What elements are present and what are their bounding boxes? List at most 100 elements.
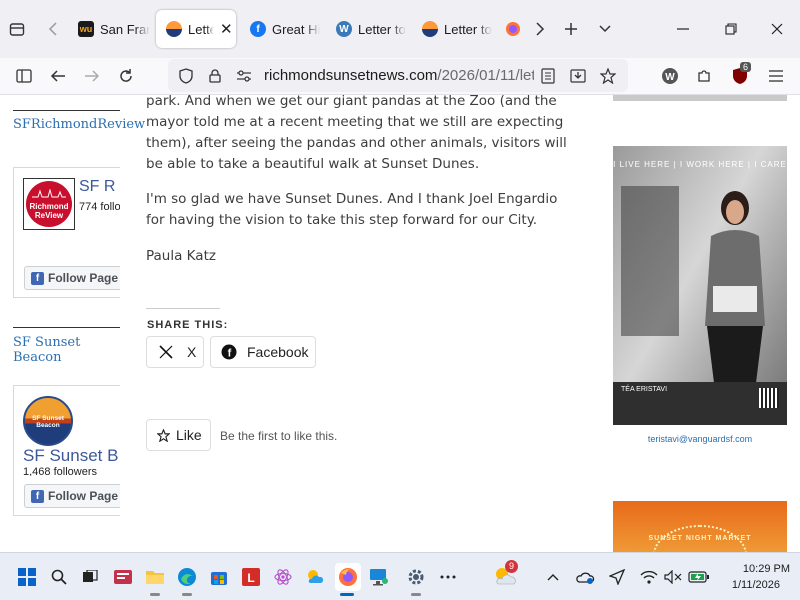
browser-navigation-bar: richmondsunsetnews.com/2026/01/11/lette …	[0, 58, 800, 95]
widget-divider	[13, 110, 120, 111]
wifi-icon[interactable]	[637, 565, 661, 589]
realtor-photo	[705, 191, 765, 391]
fb-follower-count: 1,468 followers	[23, 466, 97, 476]
article-signature: Paula Katz	[146, 248, 216, 264]
close-window-icon[interactable]	[766, 18, 788, 40]
address-bar[interactable]: richmondsunsetnews.com/2026/01/11/lette	[168, 59, 628, 92]
account-icon[interactable]: W	[660, 66, 680, 86]
tab-letter-to-beacon[interactable]: Letter to	[412, 10, 492, 48]
permissions-icon[interactable]	[234, 66, 254, 86]
richmond-review-logo[interactable]: Richmond ReView	[23, 178, 75, 230]
windows-taskbar: L 9 10:29 PM 1/11/2026	[0, 552, 800, 600]
reader-view-icon[interactable]	[538, 66, 558, 86]
tab-groups-icon[interactable]	[6, 18, 28, 40]
reload-icon[interactable]	[116, 66, 136, 86]
show-hidden-icons-chevron-icon[interactable]	[541, 565, 565, 589]
app-menu-icon[interactable]	[766, 66, 786, 86]
facebook-icon: f	[31, 271, 44, 285]
url-host: richmondsunsetnews.com	[264, 67, 438, 84]
lock-icon[interactable]	[206, 66, 224, 86]
url-text[interactable]: richmondsunsetnews.com/2026/01/11/lette	[264, 67, 534, 84]
ad-banner-top[interactable]	[613, 95, 787, 101]
qr-code	[759, 388, 779, 408]
widget-title-sfsunsetbeacon[interactable]: SF Sunset Beacon	[13, 335, 93, 365]
app-running-indicator	[150, 593, 160, 596]
settings-gear-icon[interactable]	[404, 565, 428, 589]
star-icon	[157, 428, 170, 442]
sunset-beacon-icon	[422, 21, 438, 37]
firefox-tab-icon[interactable]	[504, 20, 522, 38]
follow-page-button[interactable]: f Follow Page	[24, 266, 120, 290]
svg-text:L: L	[247, 571, 254, 585]
wu-icon: wu	[78, 21, 94, 37]
sunset-beacon-logo[interactable]: SF Sunset Beacon	[23, 396, 73, 446]
realtor-email-link[interactable]: teristavi@vanguardsf.com	[613, 434, 787, 444]
windows-start-icon[interactable]	[15, 565, 39, 589]
fb-page-name[interactable]: SF Sunset B	[23, 446, 118, 466]
sidebar-toggle-icon[interactable]	[14, 66, 34, 86]
battery-charging-icon[interactable]	[687, 565, 711, 589]
edge-browser-icon[interactable]	[175, 565, 199, 589]
like-status-text: Be the first to like this.	[220, 429, 338, 443]
tab-scroll-left-icon[interactable]	[44, 18, 62, 40]
task-view-icon[interactable]	[78, 565, 102, 589]
night-market-ad[interactable]: SUNSET NIGHT MARKET	[613, 501, 787, 552]
tab-letter-to-wp[interactable]: W Letter to	[326, 10, 406, 48]
tab-scroll-right-icon[interactable]	[532, 18, 548, 40]
tab-letter-active[interactable]: Letter ✕	[156, 10, 236, 48]
fb-page-name[interactable]: SF R	[79, 178, 115, 196]
volume-muted-icon[interactable]	[661, 565, 685, 589]
facebook-icon: f	[250, 21, 266, 37]
share-divider	[146, 308, 220, 309]
share-x-button[interactable]: X	[146, 336, 204, 368]
ad-headline: I LIVE HERE | I WORK HERE | I CARE	[613, 160, 787, 169]
react-devtools-icon[interactable]	[271, 565, 295, 589]
close-tab-icon[interactable]: ✕	[220, 20, 233, 38]
clock-time[interactable]: 10:29 PM	[724, 563, 790, 575]
save-to-pocket-icon[interactable]	[568, 66, 588, 86]
location-arrow-icon[interactable]	[605, 565, 629, 589]
bookmark-star-icon[interactable]	[598, 66, 618, 86]
minimize-icon[interactable]	[672, 18, 694, 40]
like-button[interactable]: Like	[146, 419, 211, 451]
share-heading: SHARE THIS:	[147, 319, 229, 331]
lastpass-icon[interactable]: L	[239, 565, 263, 589]
file-explorer-icon[interactable]	[143, 565, 167, 589]
microsoft-store-icon[interactable]	[207, 565, 231, 589]
remote-desktop-icon[interactable]	[367, 565, 391, 589]
svg-text:f: f	[228, 348, 232, 360]
realtor-ad[interactable]: I LIVE HERE | I WORK HERE | I CARE TÉA E…	[613, 146, 787, 425]
news-app-icon[interactable]	[111, 565, 135, 589]
app-running-indicator	[411, 593, 421, 596]
facebook-page-plugin-richmond: Richmond ReView SF R 774 follo f Follow …	[13, 167, 120, 298]
fb-follower-count: 774 follo	[79, 201, 120, 213]
back-icon[interactable]	[48, 66, 68, 86]
widget-title-sfrichmondreview[interactable]: SFRichmondReview	[13, 117, 145, 132]
skyline-icon	[32, 189, 66, 198]
share-facebook-button[interactable]: f Facebook	[210, 336, 316, 368]
extension-badge: 6	[740, 62, 752, 72]
onedrive-icon[interactable]	[573, 565, 597, 589]
tab-great-hi[interactable]: f Great Hi	[240, 10, 320, 48]
extensions-puzzle-icon[interactable]	[694, 66, 714, 86]
shield-icon[interactable]	[176, 66, 196, 86]
forward-icon[interactable]	[82, 66, 102, 86]
widget-divider	[13, 327, 120, 328]
list-all-tabs-icon[interactable]	[594, 18, 616, 40]
ad-text-panel	[621, 186, 679, 336]
new-tab-icon[interactable]	[560, 18, 582, 40]
weather-app-icon[interactable]	[303, 565, 327, 589]
web-page: SFRichmondReview Richmond ReView SF R 77…	[0, 95, 800, 552]
search-icon[interactable]	[47, 565, 71, 589]
sunset-beacon-icon	[166, 21, 182, 37]
tab-san-fran[interactable]: wu San Fran	[68, 10, 150, 48]
firefox-taskbar-icon[interactable]	[335, 563, 361, 591]
url-path: /2026/01/11/lette	[437, 67, 534, 84]
more-apps-icon[interactable]	[436, 565, 460, 589]
browser-tab-strip: wu San Fran Letter ✕ f Great Hi W Letter…	[0, 0, 800, 58]
x-logo-icon	[159, 345, 173, 359]
clock-date[interactable]: 1/11/2026	[724, 579, 780, 591]
follow-page-button[interactable]: f Follow Page	[24, 484, 120, 508]
restore-icon[interactable]	[720, 18, 742, 40]
app-running-indicator	[182, 593, 192, 596]
